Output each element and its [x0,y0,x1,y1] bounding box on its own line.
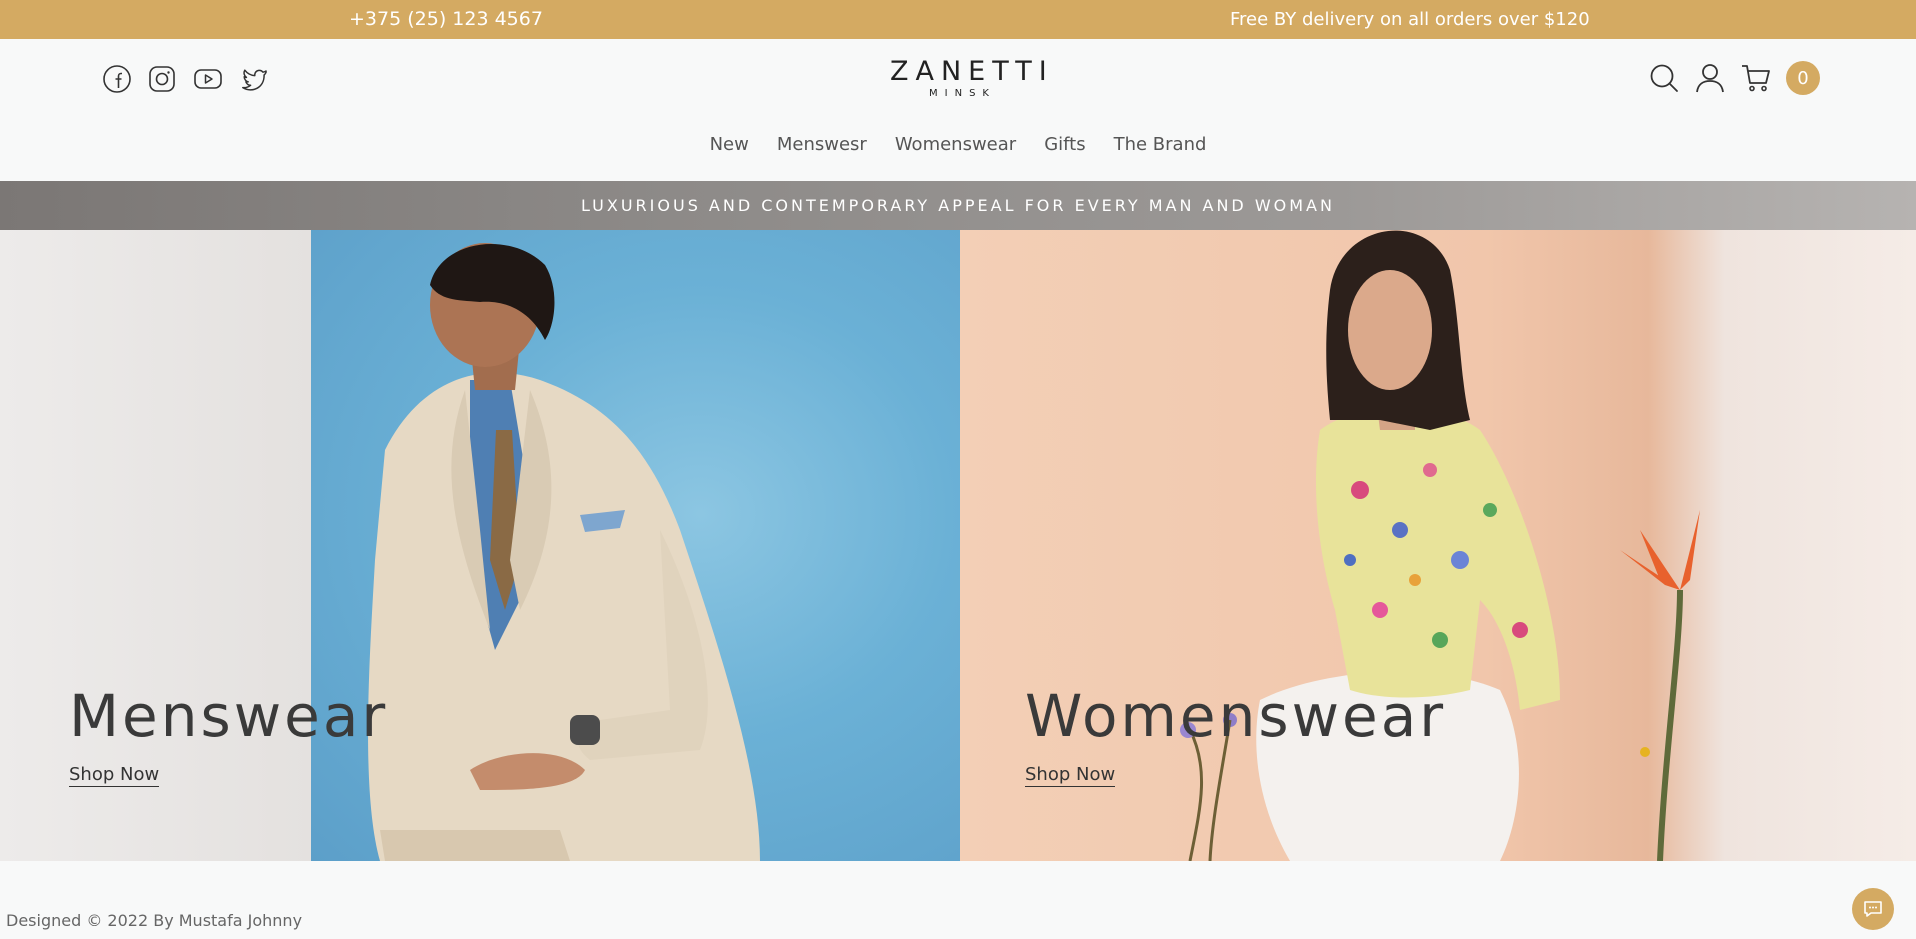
womenswear-shop-now-link[interactable]: Shop Now [1025,764,1116,787]
top-bar: +375 (25) 123 4567 Free BY delivery on a… [0,0,1916,39]
logo-city: MINSK [929,88,996,99]
youtube-icon[interactable] [192,64,224,94]
chat-icon [1864,901,1882,917]
header-actions: 0 [1648,61,1820,95]
menswear-hero[interactable]: Menswear Shop Now [0,230,960,861]
brand-logo[interactable]: ZANETTI MINSK [884,56,1054,101]
womenswear-hero[interactable]: Womenswear Shop Now [960,230,1916,861]
site-footer: Designed © 2022 By Mustafa Johnny [0,861,1916,939]
nav-item-menswear[interactable]: Menswesr [777,134,867,155]
search-icon[interactable] [1648,62,1680,94]
nav-item-new[interactable]: New [710,134,749,155]
chat-button[interactable] [1852,888,1894,930]
tagline-text: LUXURIOUS AND CONTEMPORARY APPEAL FOR EV… [581,196,1335,215]
womenswear-title: Womenswear [1025,682,1447,750]
cart-count-badge[interactable]: 0 [1786,61,1820,95]
phone-number[interactable]: +375 (25) 123 4567 [349,8,543,30]
footer-credit: Designed © 2022 By Mustafa Johnny [6,911,303,930]
site-header: ZANETTI MINSK 0 New Menswesr Womenswear … [0,39,1916,181]
menswear-shop-now-link[interactable]: Shop Now [69,764,160,787]
main-nav: New Menswesr Womenswear Gifts The Brand [0,134,1916,155]
nav-item-womenswear[interactable]: Womenswear [895,134,1016,155]
tagline-banner: LUXURIOUS AND CONTEMPORARY APPEAL FOR EV… [0,181,1916,230]
logo-wordmark: ZANETTI [890,56,1054,87]
cart-icon[interactable] [1740,62,1772,94]
twitter-icon[interactable] [239,64,269,94]
nav-item-the-brand[interactable]: The Brand [1114,134,1207,155]
menswear-title: Menswear [69,682,389,750]
user-icon[interactable] [1694,62,1726,94]
nav-item-gifts[interactable]: Gifts [1044,134,1085,155]
instagram-icon[interactable] [147,64,177,94]
promo-text: Free BY delivery on all orders over $120 [1230,9,1590,30]
social-links [102,64,269,94]
facebook-icon[interactable] [102,64,132,94]
